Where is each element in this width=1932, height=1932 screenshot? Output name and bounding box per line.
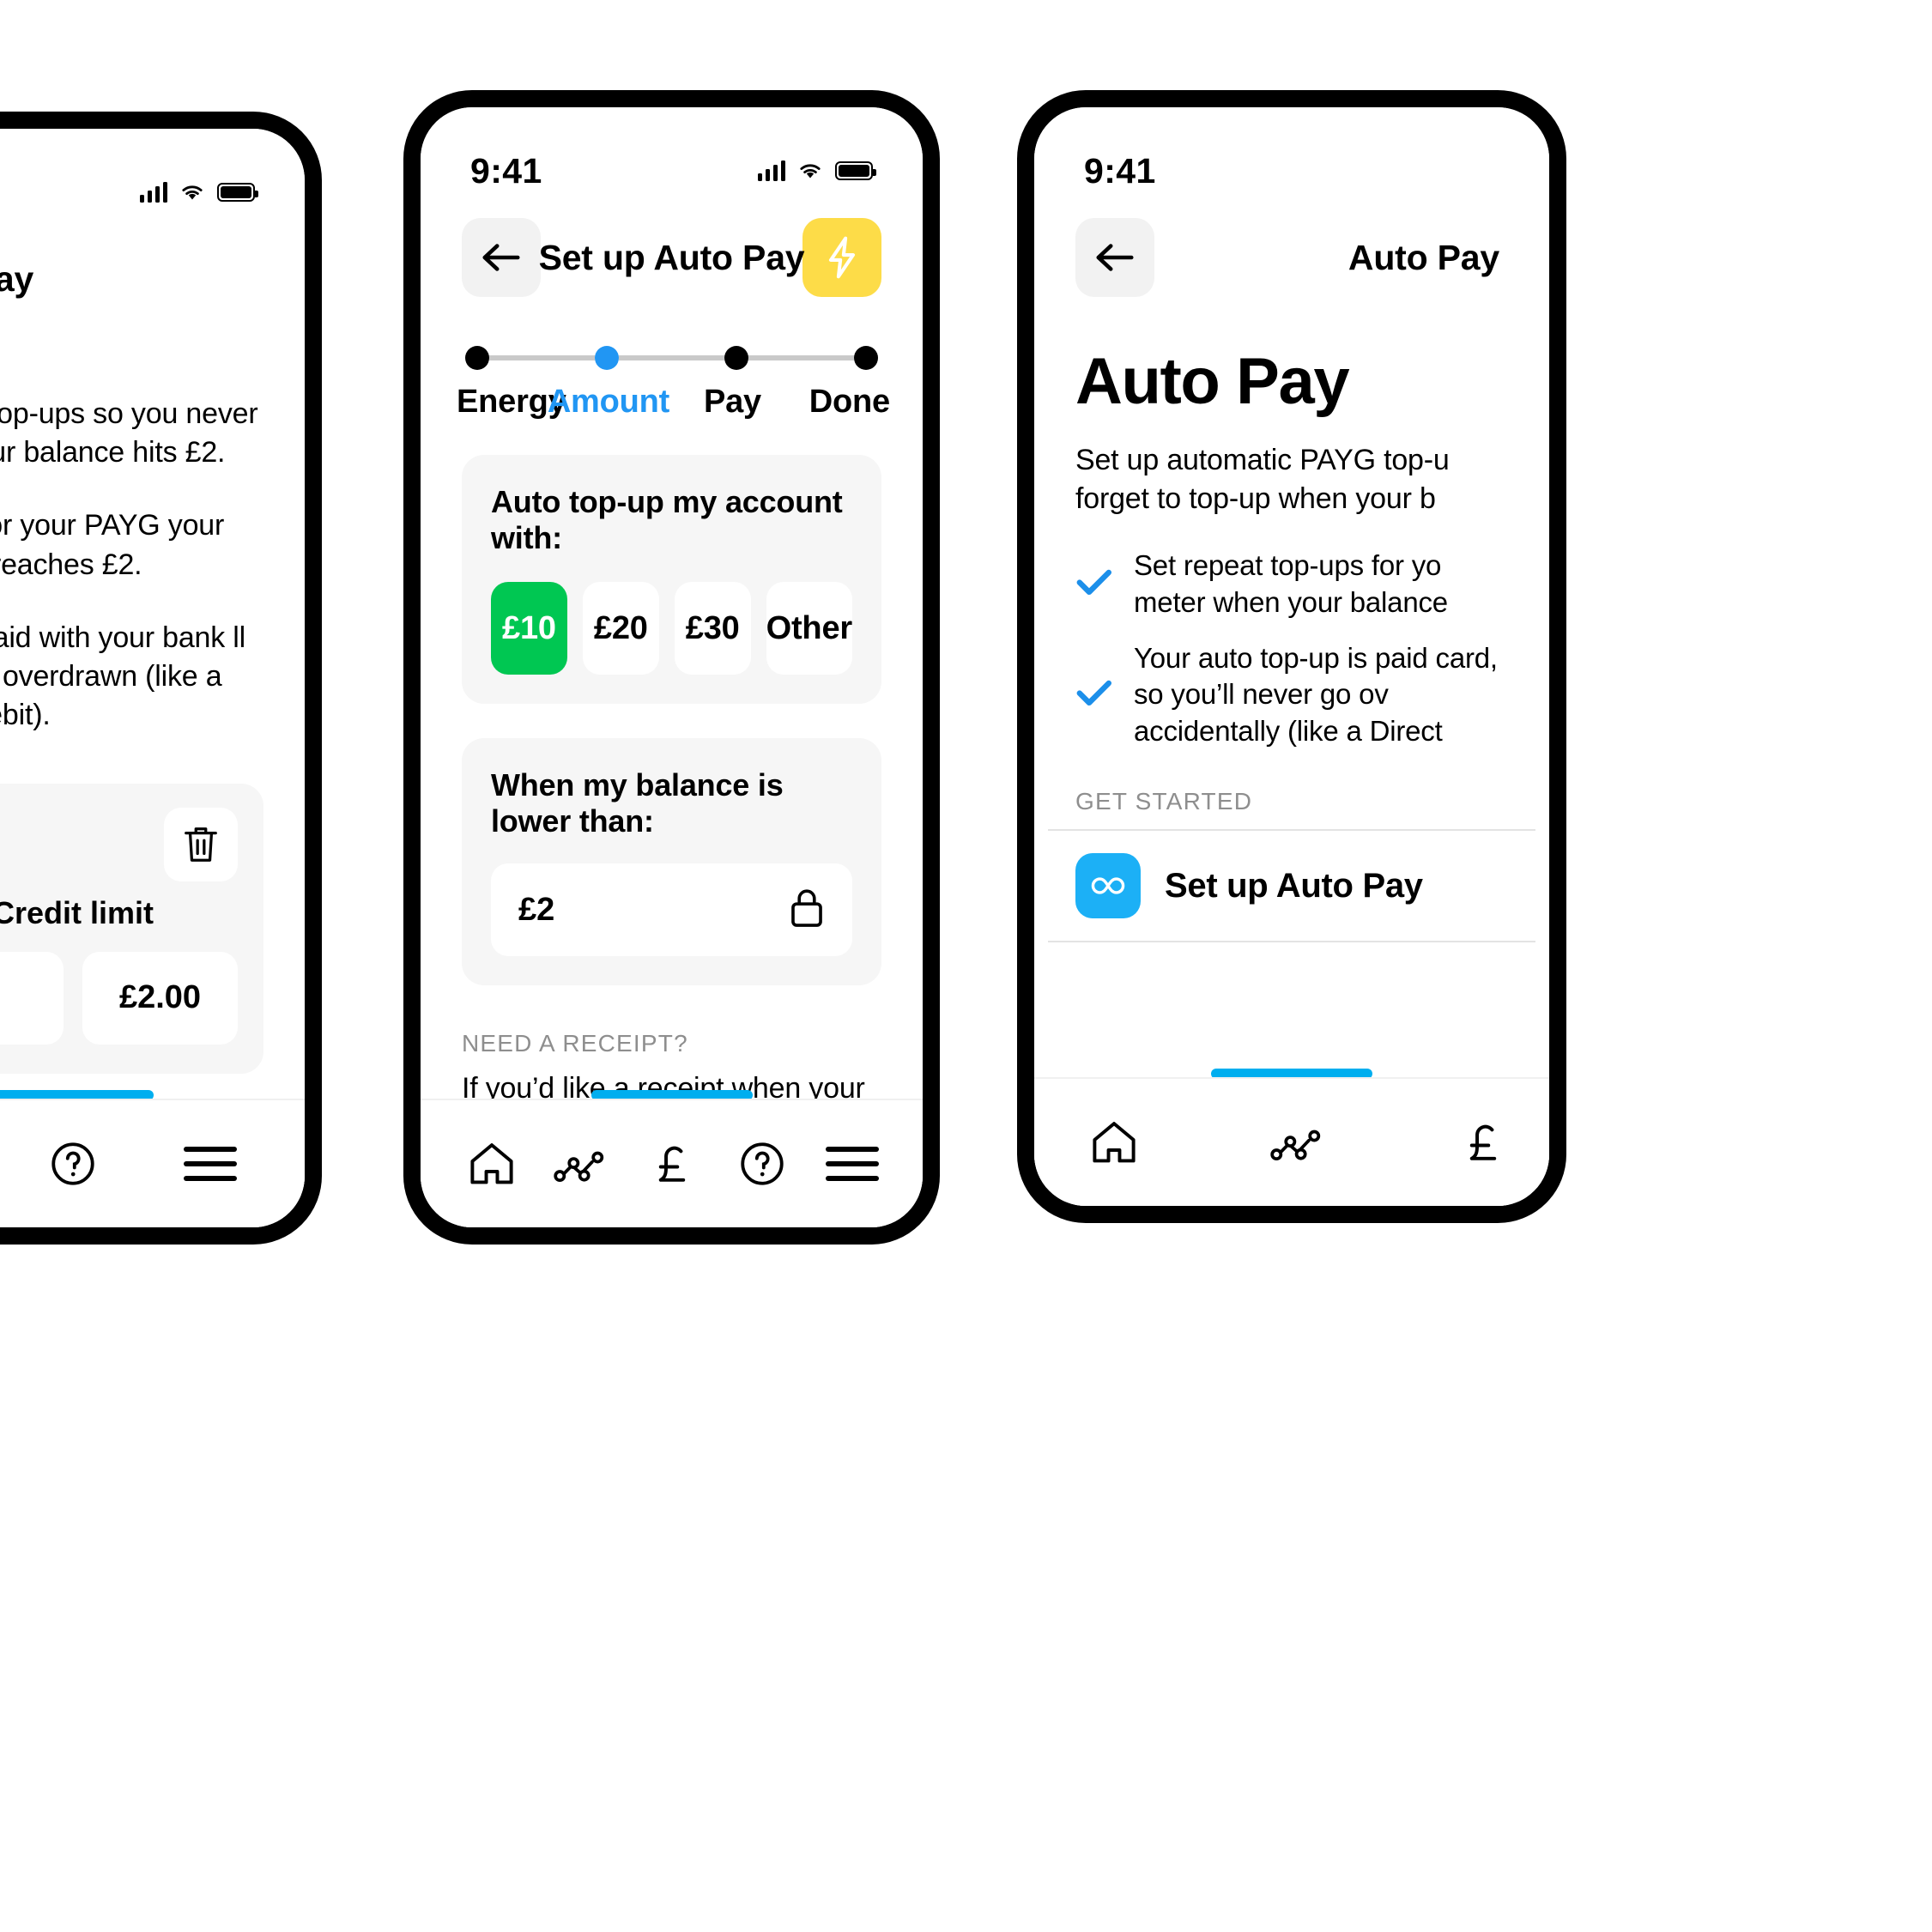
menu-icon xyxy=(184,1147,237,1181)
step-label-pay: Pay xyxy=(703,384,761,420)
step-line-2 xyxy=(619,355,724,360)
nav-bar-right: Auto Pay xyxy=(1034,202,1549,305)
step-line-3 xyxy=(748,355,854,360)
list-item: Set repeat top-ups for yo meter when you… xyxy=(1075,548,1508,621)
step-label-amount: Amount xyxy=(547,384,670,420)
phone-right: 9:41 Auto Pay Auto Pay Set up automatic … xyxy=(1017,90,1566,1223)
balance-threshold-title: When my balance is lower than: xyxy=(491,767,784,839)
phone-right-screen: 9:41 Auto Pay Auto Pay Set up automatic … xyxy=(1034,107,1549,1206)
wifi-icon xyxy=(797,161,823,180)
amount-option-other[interactable]: Other xyxy=(766,582,852,675)
step-dot-amount[interactable] xyxy=(595,346,619,370)
phone-mid-screen: 9:41 Set up Auto Pay Energy Amount Pay D… xyxy=(421,107,923,1227)
tab-help-mid[interactable] xyxy=(717,1117,807,1211)
amount-options: £10 £20 £30 Other xyxy=(491,582,852,675)
credit-limit-label: Credit limit xyxy=(0,894,154,930)
step-label-done: Done xyxy=(809,384,890,420)
step-dot-energy[interactable] xyxy=(465,346,489,370)
nav-bar-mid: Set up Auto Pay xyxy=(421,202,923,305)
credit-limit-value[interactable]: £2.00 xyxy=(82,951,238,1045)
status-bar-left: 9:41 xyxy=(0,129,305,223)
phone-mid: 9:41 Set up Auto Pay Energy Amount Pay D… xyxy=(403,90,940,1245)
auto-topup-title: Auto top-up my account with: xyxy=(491,484,843,555)
amount-option-20[interactable]: £20 xyxy=(582,582,659,675)
step-dot-pay[interactable] xyxy=(724,346,748,370)
step-line-1 xyxy=(489,355,595,360)
tab-home-mid[interactable] xyxy=(446,1117,536,1211)
balance-threshold-card: When my balance is lower than: £2 xyxy=(462,738,881,985)
left-paragraph-2: op-ups for your PAYG your balance reache… xyxy=(0,509,225,581)
stepper-dots xyxy=(462,346,881,370)
receipt-eyebrow: NEED A RECEIPT? xyxy=(462,1030,688,1057)
status-time-mid: 9:41 xyxy=(470,150,542,191)
tab-usage-right[interactable] xyxy=(1258,1095,1340,1190)
left-paragraph-3: o-up is paid with your bank ll never go … xyxy=(0,621,246,732)
battery-icon xyxy=(217,183,258,202)
get-started-eyebrow: GET STARTED xyxy=(1075,788,1253,815)
amount-option-10[interactable]: £10 xyxy=(491,582,567,675)
battery-icon xyxy=(835,161,876,180)
set-up-auto-pay-label: Set up Auto Pay xyxy=(1165,866,1423,905)
check-icon xyxy=(1075,678,1113,712)
signal-icon xyxy=(139,182,167,203)
tab-usage-mid[interactable] xyxy=(536,1117,627,1211)
infinity-icon xyxy=(1075,853,1141,919)
back-button[interactable] xyxy=(462,218,541,297)
signal-icon xyxy=(757,160,785,181)
auto-pay-heading: Auto Pay xyxy=(1075,345,1350,418)
status-icons-left xyxy=(139,182,258,203)
lightning-bolt-button[interactable] xyxy=(802,218,881,297)
tab-pound-right[interactable] xyxy=(1442,1095,1523,1190)
lock-icon xyxy=(789,887,825,934)
page-title-right: Auto Pay xyxy=(1348,237,1499,277)
divider-bottom xyxy=(1048,941,1535,943)
stepper-labels: Energy Amount Pay Done xyxy=(457,384,890,420)
credit-limit-card-header xyxy=(0,807,238,881)
left-paragraph-1: c PAYG top-ups so you never when your ba… xyxy=(0,397,258,469)
list-item-label: Your auto top-up is paid card, so you’ll… xyxy=(1134,641,1498,748)
amount-option-30[interactable]: £30 xyxy=(674,582,751,675)
credit-limit-fields: £2.00 xyxy=(0,951,238,1045)
tab-pound-mid[interactable] xyxy=(627,1117,717,1211)
tab-menu-mid[interactable] xyxy=(807,1117,897,1211)
menu-icon xyxy=(825,1147,879,1181)
balance-threshold-field[interactable]: £2 xyxy=(491,863,852,956)
phone-left-screen: 9:41 Auto Pay c PAYG top-ups so you neve… xyxy=(0,129,305,1227)
tab-bar-right xyxy=(1034,1077,1549,1206)
benefits-list: Set repeat top-ups for yo meter when you… xyxy=(1034,518,1549,750)
tab-help-left[interactable] xyxy=(26,1117,120,1211)
status-icons-mid xyxy=(757,160,876,181)
back-button[interactable] xyxy=(1075,218,1154,297)
step-dot-done[interactable] xyxy=(854,346,878,370)
check-icon xyxy=(1075,567,1113,601)
phone-left: 9:41 Auto Pay c PAYG top-ups so you neve… xyxy=(0,112,322,1245)
wifi-icon xyxy=(179,183,205,202)
balance-threshold-value: £2 xyxy=(518,891,555,928)
screenshot-canvas: 9:41 Auto Pay c PAYG top-ups so you neve… xyxy=(0,0,1932,1932)
status-time-right: 9:41 xyxy=(1084,150,1156,191)
page-title-left: Auto Pay xyxy=(0,258,34,299)
list-item: Your auto top-up is paid card, so you’ll… xyxy=(1075,640,1508,751)
tab-bar-mid xyxy=(421,1099,923,1227)
set-up-auto-pay-row[interactable]: Set up Auto Pay xyxy=(1034,831,1549,941)
credit-limit-field-a[interactable] xyxy=(0,951,64,1045)
tab-bar-left xyxy=(0,1099,305,1227)
status-bar-right: 9:41 xyxy=(1034,107,1549,202)
auto-topup-amount-card: Auto top-up my account with: £10 £20 £30… xyxy=(462,455,881,704)
setup-stepper: Energy Amount Pay Done xyxy=(421,305,923,421)
tab-home-right[interactable] xyxy=(1074,1095,1155,1190)
list-item-label: Set repeat top-ups for yo meter when you… xyxy=(1134,548,1448,618)
status-bar-mid: 9:41 xyxy=(421,107,923,202)
credit-limit-card: Credit limit £2.00 xyxy=(0,783,263,1074)
tab-menu-left[interactable] xyxy=(163,1117,257,1211)
nav-bar-left: Auto Pay xyxy=(0,223,305,326)
auto-pay-intro: Set up automatic PAYG top-u forget to to… xyxy=(1075,444,1450,515)
delete-button[interactable] xyxy=(164,807,238,881)
